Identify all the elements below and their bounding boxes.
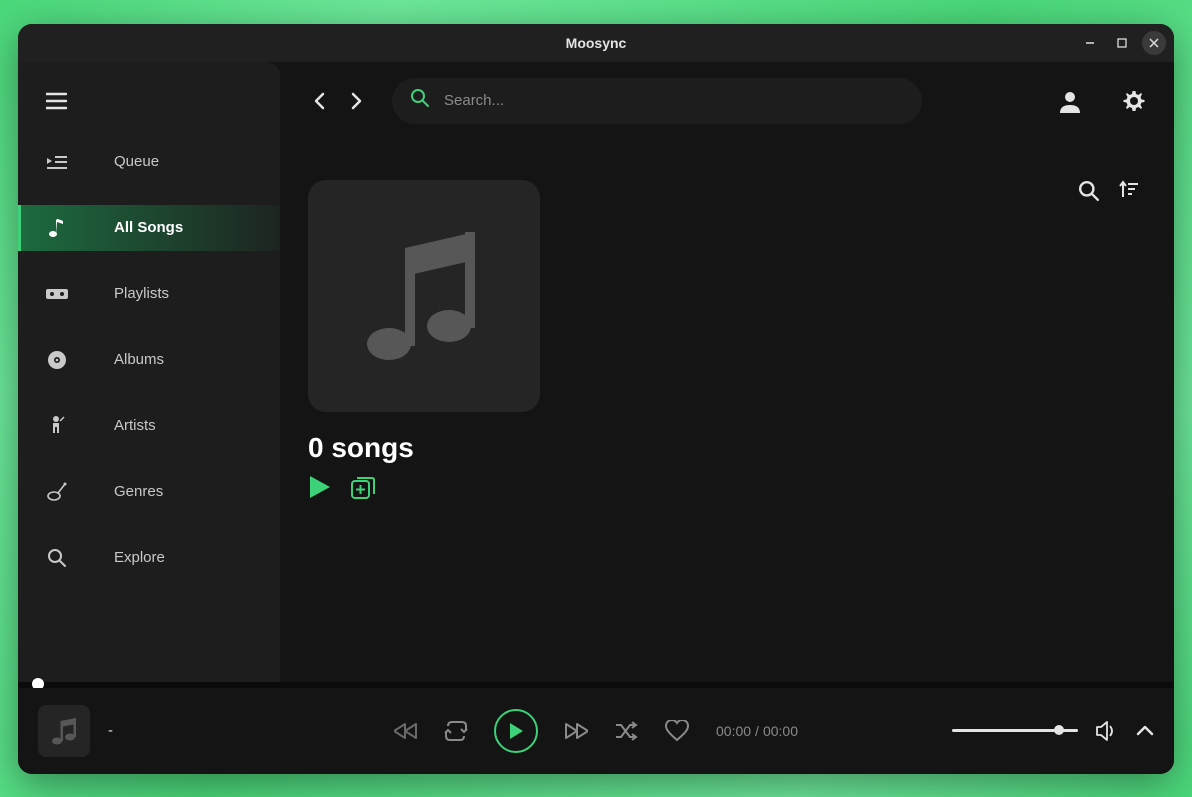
player-controls: 00:00 / 00:00 <box>394 709 798 753</box>
favorite-button[interactable] <box>664 720 690 742</box>
minimize-button[interactable] <box>1078 31 1102 55</box>
play-all-button[interactable] <box>308 474 332 505</box>
topbar <box>280 62 1174 140</box>
topbar-right <box>1058 89 1146 113</box>
searchbox[interactable] <box>392 78 922 124</box>
sidebar-item-label: Artists <box>114 417 156 434</box>
app-window: Moosync Queue <box>18 24 1174 774</box>
volume-area <box>952 721 1154 741</box>
music-note-icon <box>50 716 78 746</box>
volume-button[interactable] <box>1096 721 1118 741</box>
sidebar-item-label: Albums <box>114 351 164 368</box>
sidebar-item-all-songs[interactable]: All Songs <box>18 205 280 251</box>
maximize-button[interactable] <box>1110 31 1134 55</box>
shuffle-button[interactable] <box>614 721 638 741</box>
sidebar-item-explore[interactable]: Explore <box>18 535 280 581</box>
genre-icon <box>46 482 68 502</box>
sidebar-item-albums[interactable]: Albums <box>18 337 280 383</box>
content-area: 0 songs <box>280 140 1174 682</box>
volume-handle[interactable] <box>1054 725 1064 735</box>
queue-icon <box>46 154 68 170</box>
sort-button[interactable] <box>1118 180 1138 202</box>
nav-back-button[interactable] <box>308 89 332 113</box>
repeat-button[interactable] <box>444 720 468 742</box>
window-title: Moosync <box>566 35 627 51</box>
artist-icon <box>46 415 68 437</box>
play-button[interactable] <box>494 709 538 753</box>
sidebar-item-label: Playlists <box>114 285 169 302</box>
main-pane: 0 songs <box>280 62 1174 682</box>
sidebar-item-label: Queue <box>114 153 159 170</box>
player-bar: - 00:00 / 00:00 <box>18 688 1174 774</box>
sidebar: Queue All Songs Playlists Albums <box>18 62 280 682</box>
search-icon <box>46 548 68 568</box>
now-playing-thumb <box>38 705 90 757</box>
time-total: 00:00 <box>763 723 798 739</box>
expand-player-button[interactable] <box>1136 725 1154 737</box>
music-note-icon <box>359 226 489 366</box>
nav-forward-button[interactable] <box>344 89 368 113</box>
sidebar-item-label: Genres <box>114 483 163 500</box>
sidebar-item-artists[interactable]: Artists <box>18 403 280 449</box>
account-button[interactable] <box>1058 89 1082 113</box>
search-icon <box>410 88 430 113</box>
time-separator: / <box>755 723 759 739</box>
sidebar-item-playlists[interactable]: Playlists <box>18 271 280 317</box>
add-to-queue-button[interactable] <box>350 474 376 505</box>
content-toolbar <box>1078 180 1138 202</box>
now-playing-title: - <box>108 722 113 739</box>
sidebar-item-label: Explore <box>114 549 165 566</box>
sidebar-item-queue[interactable]: Queue <box>18 139 280 185</box>
close-button[interactable] <box>1142 31 1166 55</box>
music-note-icon <box>46 218 68 238</box>
playlist-icon <box>46 287 68 301</box>
time-elapsed: 00:00 <box>716 723 751 739</box>
songs-count-title: 0 songs <box>308 432 1146 464</box>
next-button[interactable] <box>564 722 588 740</box>
volume-slider[interactable] <box>952 729 1078 732</box>
sidebar-item-genres[interactable]: Genres <box>18 469 280 515</box>
settings-button[interactable] <box>1122 89 1146 113</box>
app-body: Queue All Songs Playlists Albums <box>18 62 1174 682</box>
search-input[interactable] <box>444 92 904 109</box>
titlebar: Moosync <box>18 24 1174 62</box>
album-art-placeholder <box>308 180 540 412</box>
sidebar-item-label: All Songs <box>114 219 183 236</box>
content-actions <box>308 474 1146 505</box>
time-display: 00:00 / 00:00 <box>716 723 798 739</box>
content-search-button[interactable] <box>1078 180 1100 202</box>
album-icon <box>46 350 68 370</box>
previous-button[interactable] <box>394 722 418 740</box>
window-controls <box>1078 31 1166 55</box>
menu-icon[interactable] <box>18 80 280 139</box>
